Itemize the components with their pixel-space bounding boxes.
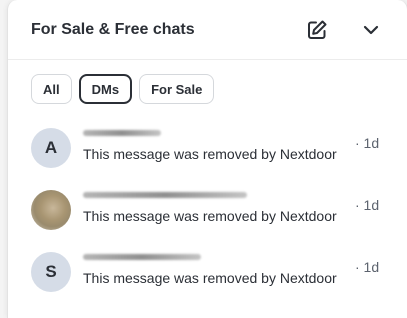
message-preview: This message was removed by Nextdoor bbox=[83, 146, 337, 162]
conversation-list: A This message was removed by Nextdoor ·… bbox=[8, 117, 407, 303]
message-time: · 1d bbox=[355, 135, 380, 151]
panel-title: For Sale & Free chats bbox=[31, 20, 195, 38]
message-preview: This message was removed by Nextdoor bbox=[83, 208, 337, 224]
chevron-down-icon[interactable] bbox=[357, 16, 385, 44]
chat-panel-header: For Sale & Free chats bbox=[8, 0, 407, 60]
filter-for-sale-chip[interactable]: For Sale bbox=[139, 74, 215, 104]
conversation-row[interactable]: S This message was removed by Nextdoor ·… bbox=[8, 241, 407, 303]
compose-icon[interactable] bbox=[303, 16, 331, 44]
filter-dms-chip[interactable]: DMs bbox=[78, 74, 133, 104]
filter-all-chip[interactable]: All bbox=[31, 74, 72, 104]
avatar: S bbox=[31, 252, 71, 292]
message-time: · 1d bbox=[355, 197, 380, 213]
redacted-name bbox=[83, 192, 247, 198]
chat-panel: For Sale & Free chats All DMs For Sale A… bbox=[7, 0, 407, 318]
redacted-name bbox=[83, 254, 201, 260]
avatar bbox=[31, 190, 71, 230]
avatar: A bbox=[31, 128, 71, 168]
message-preview: This message was removed by Nextdoor bbox=[83, 270, 337, 286]
conversation-row[interactable]: This message was removed by Nextdoor · 1… bbox=[8, 179, 407, 241]
redacted-name bbox=[83, 130, 161, 136]
message-time: · 1d bbox=[355, 259, 380, 275]
conversation-row[interactable]: A This message was removed by Nextdoor ·… bbox=[8, 117, 407, 179]
filter-chips: All DMs For Sale bbox=[8, 60, 407, 104]
